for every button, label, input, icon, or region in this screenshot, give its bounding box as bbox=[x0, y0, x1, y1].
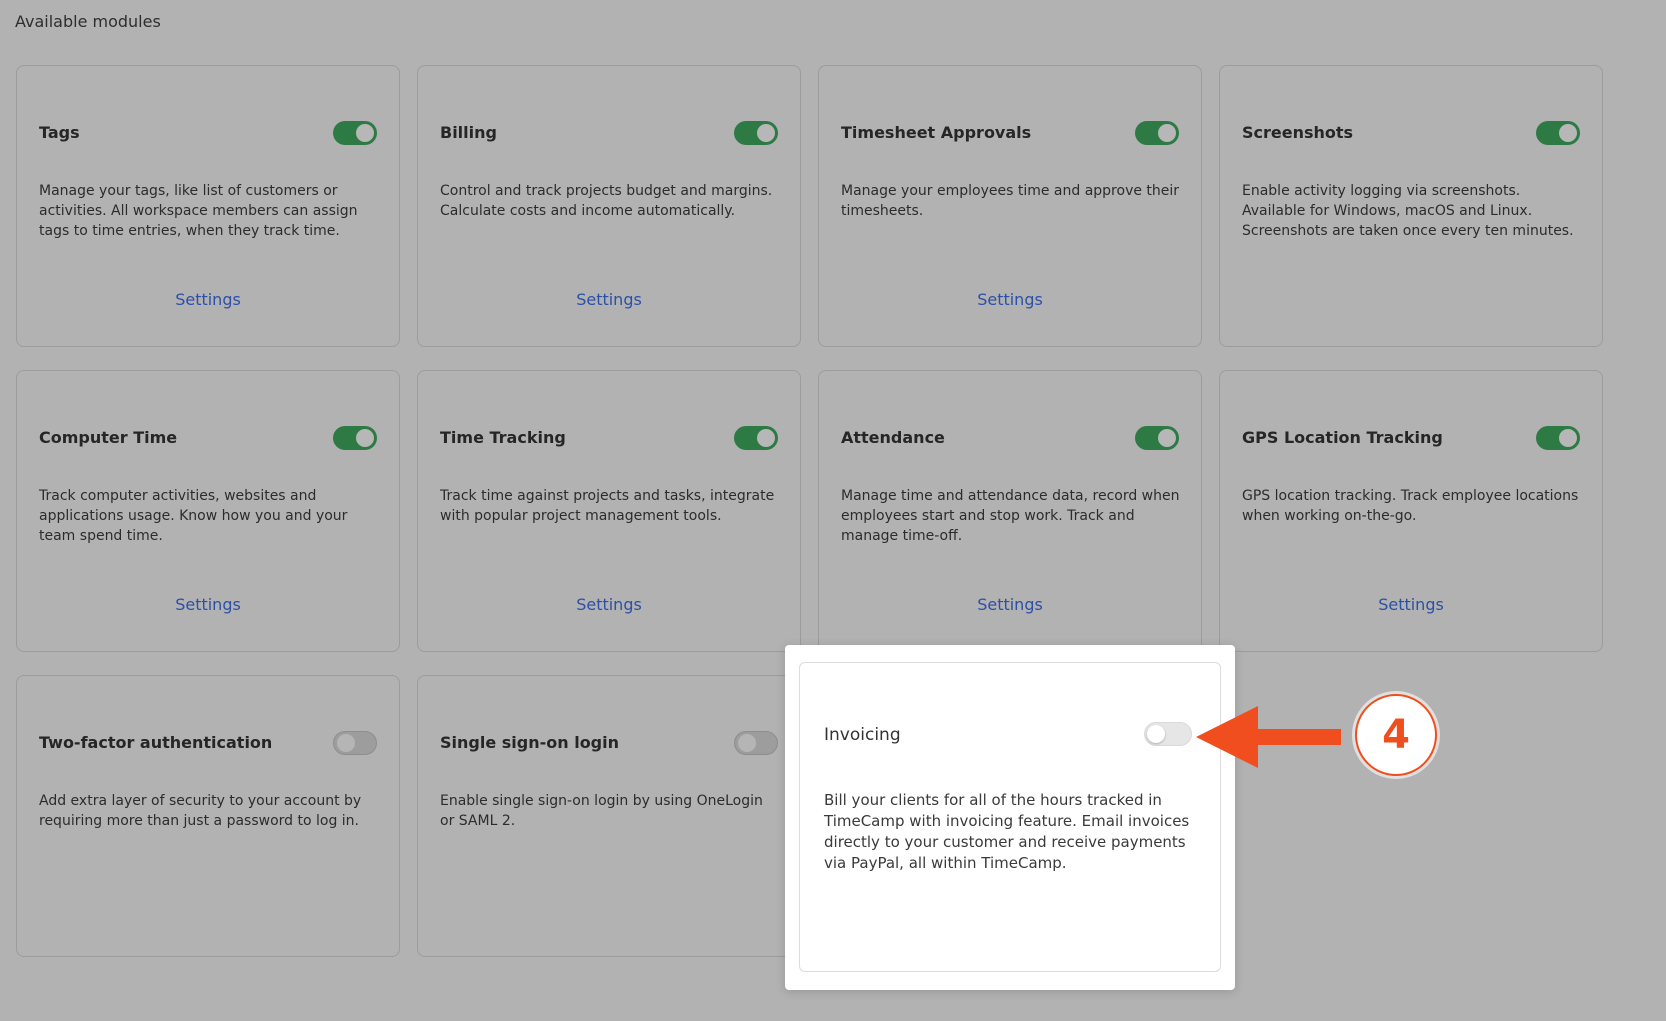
toggle-knob bbox=[1158, 124, 1176, 142]
module-title: Screenshots bbox=[1242, 123, 1354, 142]
module-description: Add extra layer of security to your acco… bbox=[39, 793, 362, 829]
module-toggle[interactable] bbox=[1135, 121, 1179, 145]
module-toggle[interactable] bbox=[734, 121, 778, 145]
toggle-knob bbox=[757, 429, 775, 447]
module-card-computer-time: Computer Time Track computer activities,… bbox=[16, 370, 400, 652]
module-title: Attendance bbox=[841, 428, 945, 447]
module-description: Bill your clients for all of the hours t… bbox=[824, 791, 1190, 872]
module-title: GPS Location Tracking bbox=[1242, 428, 1443, 447]
invoicing-highlight: Invoicing Bill your clients for all of t… bbox=[785, 645, 1235, 990]
module-description: Track time against projects and tasks, i… bbox=[440, 488, 775, 524]
module-toggle[interactable] bbox=[1536, 121, 1580, 145]
module-toggle[interactable] bbox=[333, 121, 377, 145]
module-card-single-sign-on-login: Single sign-on login Enable single sign-… bbox=[417, 675, 801, 957]
module-title: Two-factor authentication bbox=[39, 733, 273, 752]
module-description: Manage time and attendance data, record … bbox=[841, 488, 1180, 544]
settings-link[interactable]: Settings bbox=[17, 595, 399, 614]
toggle-knob bbox=[738, 734, 756, 752]
module-description: Enable activity logging via screenshots.… bbox=[1242, 183, 1574, 239]
toggle-knob bbox=[356, 429, 374, 447]
module-description: Control and track projects budget and ma… bbox=[440, 183, 773, 219]
module-title: Single sign-on login bbox=[440, 733, 620, 752]
module-card-time-tracking: Time Tracking Track time against project… bbox=[417, 370, 801, 652]
toggle-knob bbox=[1147, 725, 1165, 743]
module-card-invoicing: Invoicing Bill your clients for all of t… bbox=[799, 662, 1221, 972]
module-card-screenshots: Screenshots Enable activity logging via … bbox=[1219, 65, 1603, 347]
module-description: GPS location tracking. Track employee lo… bbox=[1242, 488, 1579, 524]
module-description: Track computer activities, websites and … bbox=[39, 488, 348, 544]
module-description: Enable single sign-on login by using One… bbox=[440, 793, 763, 829]
module-title: Billing bbox=[440, 123, 497, 142]
module-card-billing: Billing Control and track projects budge… bbox=[417, 65, 801, 347]
toggle-knob bbox=[337, 734, 355, 752]
module-title: Timesheet Approvals bbox=[841, 123, 1032, 142]
module-toggle[interactable] bbox=[333, 426, 377, 450]
settings-link[interactable]: Settings bbox=[17, 290, 399, 309]
module-title: Computer Time bbox=[39, 428, 178, 447]
module-toggle[interactable] bbox=[333, 731, 377, 755]
module-card-gps-location-tracking: GPS Location Tracking GPS location track… bbox=[1219, 370, 1603, 652]
settings-link[interactable]: Settings bbox=[819, 595, 1201, 614]
module-title: Invoicing bbox=[824, 725, 901, 745]
module-title: Tags bbox=[39, 123, 80, 142]
module-description: Manage your employees time and approve t… bbox=[841, 183, 1180, 219]
section-title: Available modules bbox=[15, 12, 161, 31]
module-title: Time Tracking bbox=[440, 428, 566, 447]
settings-link[interactable]: Settings bbox=[819, 290, 1201, 309]
step-number-badge: 4 bbox=[1355, 694, 1437, 776]
invoicing-toggle[interactable] bbox=[1144, 722, 1192, 746]
module-card-timesheet-approvals: Timesheet Approvals Manage your employee… bbox=[818, 65, 1202, 347]
toggle-knob bbox=[1559, 429, 1577, 447]
settings-link[interactable]: Settings bbox=[418, 595, 800, 614]
module-card-attendance: Attendance Manage time and attendance da… bbox=[818, 370, 1202, 652]
toggle-knob bbox=[757, 124, 775, 142]
toggle-knob bbox=[1559, 124, 1577, 142]
settings-link[interactable]: Settings bbox=[1220, 595, 1602, 614]
toggle-knob bbox=[1158, 429, 1176, 447]
module-card-two-factor-authentication: Two-factor authentication Add extra laye… bbox=[16, 675, 400, 957]
settings-link[interactable]: Settings bbox=[418, 290, 800, 309]
module-toggle[interactable] bbox=[734, 426, 778, 450]
module-toggle[interactable] bbox=[1536, 426, 1580, 450]
module-card-tags: Tags Manage your tags, like list of cust… bbox=[16, 65, 400, 347]
arrow-left-icon bbox=[1196, 706, 1341, 768]
module-toggle[interactable] bbox=[1135, 426, 1179, 450]
toggle-knob bbox=[356, 124, 374, 142]
module-description: Manage your tags, like list of customers… bbox=[39, 183, 358, 239]
module-toggle[interactable] bbox=[734, 731, 778, 755]
